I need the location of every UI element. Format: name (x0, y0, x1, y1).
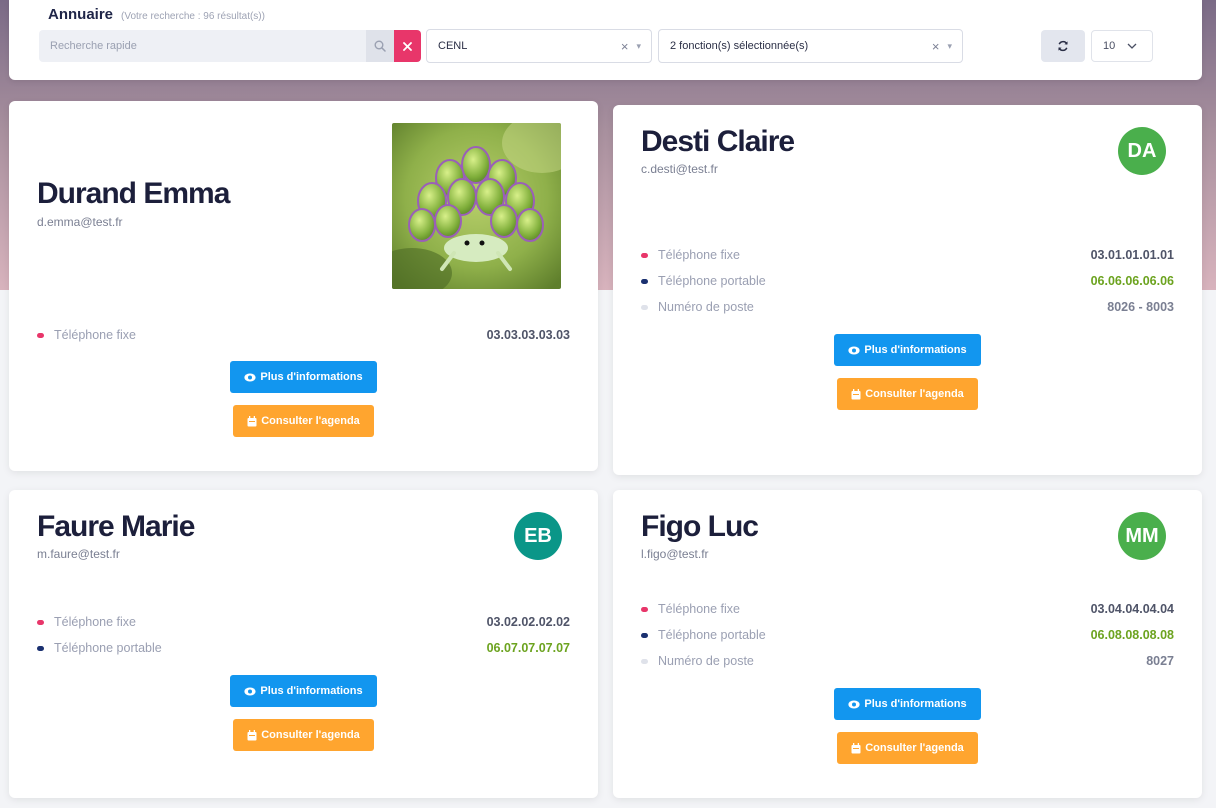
close-icon (403, 41, 412, 51)
phone-fixe-value[interactable]: 03.01.01.01.01 (1091, 248, 1174, 262)
more-info-label: Plus d'informations (260, 685, 363, 697)
contact-card-faure-marie: Faure Marie m.faure@test.fr EB Téléphone… (9, 490, 598, 798)
agenda-button[interactable]: Consulter l'agenda (233, 719, 374, 751)
results-count: (Votre recherche : 96 résultat(s)) (121, 11, 265, 22)
more-info-button[interactable]: Plus d'informations (230, 675, 377, 707)
eye-icon (848, 346, 860, 354)
eye-icon (244, 373, 256, 381)
poste-dot (641, 658, 648, 664)
contact-email[interactable]: c.desti@test.fr (641, 162, 718, 176)
phone-fixe-label: Téléphone fixe (658, 602, 741, 616)
more-info-label: Plus d'informations (864, 698, 967, 710)
poste-value: 8027 (1146, 654, 1174, 668)
phone-fixe-label: Téléphone fixe (54, 328, 137, 342)
avatar: MM (1118, 512, 1166, 560)
phone-fixe-value[interactable]: 03.04.04.04.04 (1091, 602, 1174, 616)
phone-fixe-dot (37, 619, 44, 625)
contact-card-desti-claire: Desti Claire c.desti@test.fr DA Téléphon… (613, 105, 1202, 475)
fonctions-value: 2 fonction(s) sélectionnée(s) (670, 40, 809, 52)
clear-organisation-icon[interactable]: × (621, 39, 629, 54)
more-info-button[interactable]: Plus d'informations (834, 688, 981, 720)
fonctions-select[interactable]: 2 fonction(s) sélectionnée(s) × ▾ (658, 29, 963, 63)
phone-fixe-row: Téléphone fixe 03.03.03.03.03 (37, 326, 570, 344)
contact-email[interactable]: l.figo@test.fr (641, 547, 709, 561)
poste-dot (641, 304, 648, 310)
phone-fixe-dot (641, 606, 648, 612)
phone-portable-label: Téléphone portable (54, 641, 162, 655)
phone-portable-dot (641, 278, 648, 284)
phone-portable-label: Téléphone portable (658, 628, 766, 642)
phone-portable-label: Téléphone portable (658, 274, 766, 288)
search-button[interactable] (366, 30, 394, 62)
clear-search-button[interactable] (394, 30, 421, 62)
poste-value: 8026 - 8003 (1107, 300, 1174, 314)
chevron-down-icon: ▾ (947, 40, 952, 51)
clear-fonctions-icon[interactable]: × (932, 39, 940, 54)
phone-fixe-dot (641, 252, 648, 258)
contact-name: Durand Emma (37, 177, 230, 210)
contact-email[interactable]: m.faure@test.fr (37, 547, 120, 561)
phone-portable-row: Téléphone portable 06.06.06.06.06 (641, 272, 1174, 290)
avatar: DA (1118, 127, 1166, 175)
agenda-label: Consulter l'agenda (261, 415, 360, 427)
phone-portable-value[interactable]: 06.08.08.08.08 (1091, 628, 1174, 642)
phone-fixe-row: Téléphone fixe 03.04.04.04.04 (641, 600, 1174, 618)
phone-portable-dot (37, 645, 44, 651)
eye-icon (244, 687, 256, 695)
agenda-label: Consulter l'agenda (865, 742, 964, 754)
contact-name: Figo Luc (641, 510, 759, 543)
calendar-icon (851, 388, 861, 399)
poste-label: Numéro de poste (658, 654, 754, 668)
per-page-select[interactable]: 10 (1091, 30, 1153, 62)
phone-portable-dot (641, 632, 648, 638)
search-icon (374, 40, 386, 52)
phone-fixe-label: Téléphone fixe (54, 615, 137, 629)
phone-fixe-value[interactable]: 03.02.02.02.02 (487, 615, 570, 629)
contact-card-figo-luc: Figo Luc l.figo@test.fr MM Téléphone fix… (613, 490, 1202, 798)
agenda-label: Consulter l'agenda (865, 388, 964, 400)
organisation-value: CENL (438, 40, 468, 52)
more-info-label: Plus d'informations (864, 344, 967, 356)
phone-portable-row: Téléphone portable 06.08.08.08.08 (641, 626, 1174, 644)
chevron-down-icon (1127, 40, 1137, 52)
eye-icon (848, 700, 860, 708)
phone-portable-value[interactable]: 06.07.07.07.07 (487, 641, 570, 655)
phone-fixe-label: Téléphone fixe (658, 248, 741, 262)
poste-row: Numéro de poste 8027 (641, 652, 1174, 670)
phone-portable-row: Téléphone portable 06.07.07.07.07 (37, 639, 570, 657)
title-row: Annuaire (Votre recherche : 96 résultat(… (48, 6, 265, 23)
refresh-icon (1058, 40, 1068, 52)
agenda-button[interactable]: Consulter l'agenda (837, 732, 978, 764)
organisation-select[interactable]: CENL × ▾ (426, 29, 652, 63)
phone-fixe-row: Téléphone fixe 03.02.02.02.02 (37, 613, 570, 631)
refresh-button[interactable] (1041, 30, 1085, 62)
more-info-button[interactable]: Plus d'informations (834, 334, 981, 366)
agenda-button[interactable]: Consulter l'agenda (837, 378, 978, 410)
contact-name: Desti Claire (641, 125, 795, 158)
contact-card-durand-emma: Durand Emma d.emma@test.fr Téléphone fix… (9, 101, 598, 471)
per-page-value: 10 (1103, 40, 1116, 52)
agenda-button[interactable]: Consulter l'agenda (233, 405, 374, 437)
phone-fixe-dot (37, 332, 44, 338)
contact-email[interactable]: d.emma@test.fr (37, 215, 123, 229)
more-info-button[interactable]: Plus d'informations (230, 361, 377, 393)
contact-name: Faure Marie (37, 510, 195, 543)
calendar-icon (851, 742, 861, 753)
agenda-label: Consulter l'agenda (261, 729, 360, 741)
calendar-icon (247, 415, 257, 426)
chevron-down-icon: ▾ (636, 40, 641, 51)
sea-slug-photo (392, 123, 561, 289)
phone-portable-value[interactable]: 06.06.06.06.06 (1091, 274, 1174, 288)
page-title: Annuaire (48, 6, 114, 23)
avatar: EB (514, 512, 562, 560)
more-info-label: Plus d'informations (260, 371, 363, 383)
phone-fixe-row: Téléphone fixe 03.01.01.01.01 (641, 246, 1174, 264)
phone-fixe-value[interactable]: 03.03.03.03.03 (487, 328, 570, 342)
poste-row: Numéro de poste 8026 - 8003 (641, 298, 1174, 316)
poste-label: Numéro de poste (658, 300, 754, 314)
search-input[interactable] (39, 30, 366, 62)
calendar-icon (247, 729, 257, 740)
